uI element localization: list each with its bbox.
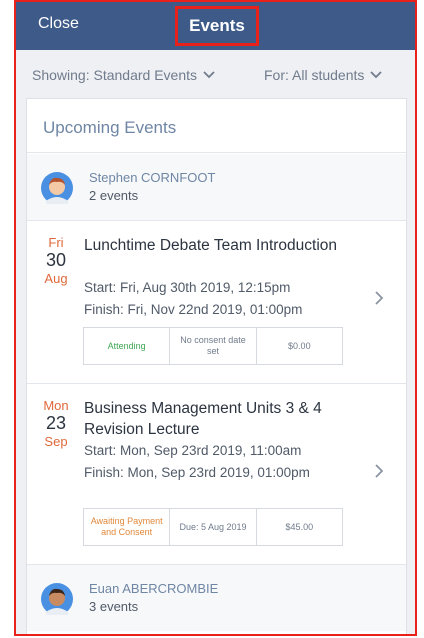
student-name: Euan ABERCROMBIE <box>89 581 219 596</box>
section-title: Upcoming Events <box>27 99 406 153</box>
event-row-debate[interactable]: Fri 30 Aug Lunchtime Debate Team Introdu… <box>27 221 406 383</box>
consent-status: No consent date set <box>170 328 257 364</box>
event-info-table: Awaiting Payment and Consent Due: 5 Aug … <box>83 508 343 546</box>
page-title: Events <box>175 6 259 46</box>
event-count: 2 events <box>89 188 139 203</box>
event-price: $0.00 <box>288 340 311 351</box>
chevron-down-icon <box>370 71 383 79</box>
event-info-table: Attending No consent date set $0.00 <box>83 327 343 365</box>
event-title: Lunchtime Debate Team Introduction <box>84 237 338 254</box>
event-finish: Finish: Fri, Nov 22nd 2019, 01:00pm <box>84 302 303 317</box>
app-frame: Close Events Showing: Standard Events Fo… <box>14 0 417 636</box>
event-day-of-week: Fri <box>48 235 64 250</box>
showing-filter-dropdown[interactable]: Showing: Standard Events <box>32 67 215 83</box>
event-start: Start: Mon, Sep 23rd 2019, 11:00am <box>84 443 302 458</box>
student-name: Stephen CORNFOOT <box>89 170 216 185</box>
event-price: $45.00 <box>285 521 314 532</box>
payment-status: Awaiting Payment and Consent <box>84 509 171 545</box>
event-day: 23 <box>45 413 67 433</box>
event-title: Business Management Units 3 & 4 Revision… <box>84 400 322 438</box>
student-avatar-icon <box>41 172 73 204</box>
student-filter-dropdown[interactable]: For: All students <box>264 67 383 83</box>
student-header-stephen: Stephen CORNFOOT 2 events <box>27 154 406 220</box>
student-header-euan: Euan ABERCROMBIE 3 events <box>27 565 406 631</box>
due-date: Due: 5 Aug 2019 <box>170 509 257 545</box>
student-avatar-icon <box>41 583 73 615</box>
top-navigation-bar: Close Events <box>16 2 415 50</box>
event-finish: Finish: Mon, Sep 23rd 2019, 01:00pm <box>84 465 310 480</box>
event-day-of-week: Mon <box>43 398 69 413</box>
event-month: Sep <box>44 434 68 449</box>
showing-filter-label: Showing: Standard Events <box>32 67 197 83</box>
events-card: Upcoming Events Stephen CORNFOOT 2 event… <box>26 98 407 634</box>
event-date: Mon 23 Sep <box>39 398 73 449</box>
event-start: Start: Fri, Aug 30th 2019, 12:15pm <box>84 280 291 295</box>
event-month: Aug <box>44 271 68 286</box>
chevron-right-icon[interactable] <box>375 464 384 478</box>
chevron-down-icon <box>203 71 215 79</box>
event-count: 3 events <box>89 599 139 614</box>
attendance-status: Attending <box>84 328 171 364</box>
close-button[interactable]: Close <box>38 15 79 33</box>
chevron-right-icon[interactable] <box>375 291 384 305</box>
student-filter-label: For: All students <box>264 67 365 83</box>
filter-bar: Showing: Standard Events For: All studen… <box>16 50 415 98</box>
event-row-business-management[interactable]: Mon 23 Sep Business Management Units 3 &… <box>27 384 406 564</box>
event-day: 30 <box>45 250 67 270</box>
event-date: Fri 30 Aug <box>39 235 73 286</box>
